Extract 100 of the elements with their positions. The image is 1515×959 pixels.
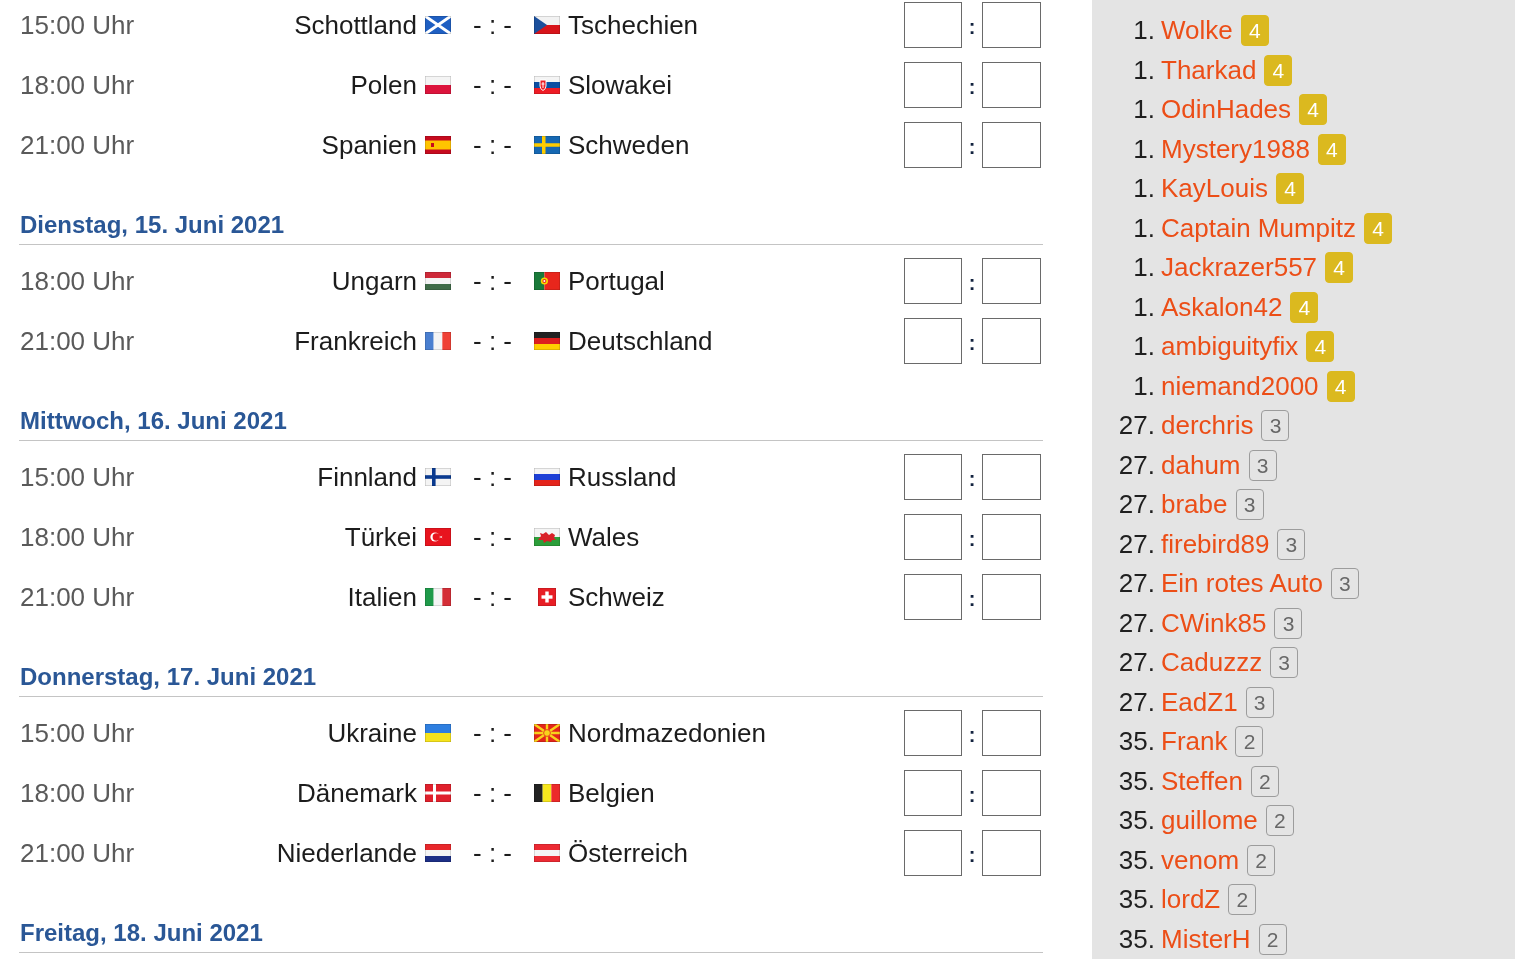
player-link[interactable]: Caduzzz: [1161, 647, 1263, 679]
rank-number: 1.: [1132, 212, 1155, 244]
points-badge: 4: [1290, 291, 1319, 323]
score-input-field[interactable]: [982, 574, 1041, 620]
score-input-field[interactable]: [904, 454, 962, 500]
points-badge: 4: [1325, 252, 1354, 284]
player-link[interactable]: Askalon42: [1161, 291, 1283, 323]
player-link[interactable]: Ein rotes Auto: [1161, 568, 1323, 600]
kickoff-time: 21:00 Uhr: [19, 837, 136, 869]
points-badge: 2: [1265, 805, 1294, 837]
flag-icon: [425, 76, 451, 94]
score-input-field[interactable]: [982, 770, 1041, 816]
player-link[interactable]: brabe: [1161, 489, 1228, 521]
score-input-field[interactable]: [982, 514, 1041, 560]
player-link[interactable]: niemand2000: [1161, 370, 1319, 402]
flag-icon: [534, 724, 560, 742]
player-link[interactable]: OdinHades: [1161, 94, 1292, 126]
flag-icon: [425, 468, 451, 486]
player-link[interactable]: CWink85: [1161, 607, 1267, 639]
flag-icon: [534, 272, 560, 290]
score-input-field[interactable]: [982, 62, 1041, 108]
team-name: Italien: [347, 581, 417, 613]
score-separator: :: [967, 528, 977, 551]
player-link[interactable]: Jackrazer557: [1161, 252, 1318, 284]
score-input-field[interactable]: [904, 830, 962, 876]
player-link[interactable]: dahum: [1161, 449, 1241, 481]
score-input-field[interactable]: [904, 770, 962, 816]
kickoff-time: 21:00 Uhr: [19, 129, 136, 161]
score-input-field[interactable]: [904, 62, 962, 108]
kickoff-time: 21:00 Uhr: [19, 325, 136, 357]
player-link[interactable]: Steffen: [1161, 765, 1243, 797]
score-input-field[interactable]: [904, 258, 962, 304]
points-badge: 4: [1264, 54, 1293, 86]
score-input-field[interactable]: [904, 122, 962, 168]
team-name: Slowakei: [568, 69, 673, 101]
flag-icon: [534, 784, 560, 802]
player-link[interactable]: KayLouis: [1161, 173, 1268, 205]
rank-number: 27.: [1117, 568, 1155, 600]
score-input-field[interactable]: [982, 830, 1041, 876]
rank-number: 35.: [1117, 726, 1155, 758]
player-link[interactable]: Wolke: [1161, 15, 1233, 47]
score-input-field[interactable]: [982, 258, 1041, 304]
flag-icon: [534, 528, 560, 546]
score-input-field[interactable]: [982, 454, 1041, 500]
player-link[interactable]: derchris: [1161, 410, 1254, 442]
score-separator: :: [967, 136, 977, 159]
flag-icon: [425, 332, 451, 350]
team-name: Niederlande: [276, 837, 417, 869]
points-badge: 3: [1330, 568, 1359, 600]
player-link[interactable]: Mystery1988: [1161, 133, 1310, 165]
points-badge: 3: [1248, 449, 1277, 481]
rank-number: 1.: [1132, 252, 1155, 284]
score-text: - : -: [473, 265, 512, 297]
points-badge: 3: [1274, 607, 1303, 639]
team-name: Belgien: [568, 777, 655, 809]
score-input-field[interactable]: [982, 122, 1041, 168]
flag-icon: [534, 16, 560, 34]
team-name: Deutschland: [568, 325, 713, 357]
player-link[interactable]: EadZ1: [1161, 686, 1238, 718]
player-link[interactable]: ambiguityfix: [1161, 331, 1299, 363]
points-badge: 4: [1317, 133, 1346, 165]
score-input-field[interactable]: [904, 514, 962, 560]
score-text: - : -: [473, 325, 512, 357]
team-name: Türkei: [344, 521, 417, 553]
rank-number: 1.: [1132, 94, 1155, 126]
team-name: Dänemark: [297, 777, 417, 809]
player-link[interactable]: firebird89: [1161, 528, 1270, 560]
score-input-field[interactable]: [904, 574, 962, 620]
score-separator: :: [967, 784, 977, 807]
score-separator: :: [967, 724, 977, 747]
player-link[interactable]: MisterH: [1161, 923, 1251, 955]
points-badge: 3: [1235, 489, 1264, 521]
team-name: Tschechien: [568, 9, 699, 41]
day-heading: Donnerstag, 17. Juni 2021: [20, 662, 317, 691]
rank-number: 27.: [1117, 489, 1155, 521]
team-name: Schweiz: [568, 581, 665, 613]
player-link[interactable]: guillome: [1161, 805, 1258, 837]
rank-number: 1.: [1132, 173, 1155, 205]
flag-icon: [534, 844, 560, 862]
score-separator: :: [967, 468, 977, 491]
player-link[interactable]: lordZ: [1161, 884, 1221, 916]
score-input-field[interactable]: [904, 318, 962, 364]
kickoff-time: 21:00 Uhr: [19, 581, 136, 613]
score-input-field[interactable]: [982, 710, 1041, 756]
player-link[interactable]: venom: [1161, 844, 1240, 876]
score-text: - : -: [473, 129, 512, 161]
day-heading: Mittwoch, 16. Juni 2021: [20, 406, 287, 435]
rank-number: 27.: [1117, 686, 1155, 718]
kickoff-time: 15:00 Uhr: [19, 9, 136, 41]
score-input-field[interactable]: [982, 2, 1041, 48]
score-input-field[interactable]: [904, 2, 962, 48]
score-input-field[interactable]: [982, 318, 1041, 364]
player-link[interactable]: Tharkad: [1161, 54, 1257, 86]
player-link[interactable]: Captain Mumpitz: [1161, 212, 1357, 244]
player-link[interactable]: Frank: [1161, 726, 1228, 758]
score-text: - : -: [473, 777, 512, 809]
team-name: Schottland: [294, 9, 417, 41]
points-badge: 2: [1250, 765, 1279, 797]
score-input-field[interactable]: [904, 710, 962, 756]
team-name: Österreich: [568, 837, 688, 869]
